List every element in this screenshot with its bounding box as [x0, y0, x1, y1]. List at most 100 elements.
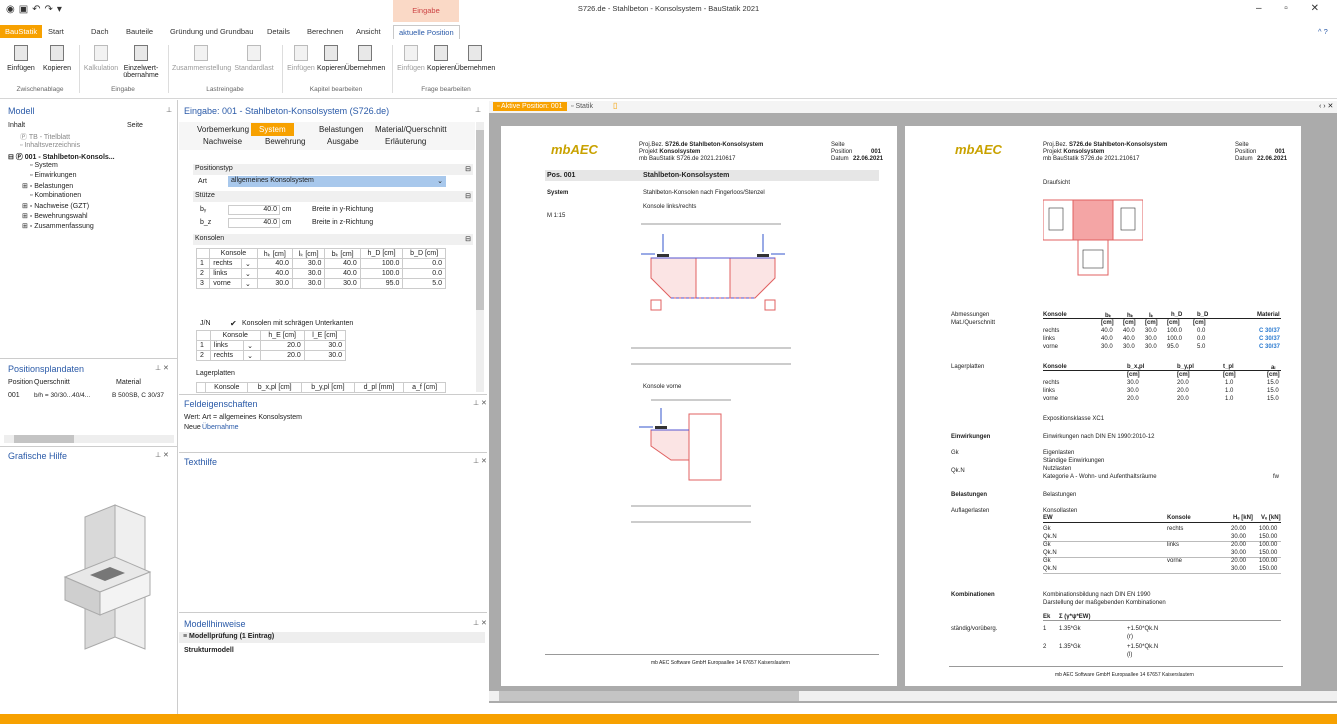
help-icon[interactable]: ^ ? — [1318, 27, 1328, 36]
konsolen-table[interactable]: Konsole hₖ [cm] lₖ [cm] bₖ [cm] h_D [cm] b_D … — [195, 248, 446, 289]
tab-vorbemerkung[interactable]: Vorbemerkung — [197, 125, 249, 134]
tab-baustatik[interactable]: BauStatik — [0, 25, 43, 38]
einzelwert-button[interactable]: Einzelwert-übernahme — [120, 45, 162, 79]
belastung-cell: Qk.N — [1043, 566, 1057, 572]
pin-icon[interactable]: ⊥ ✕ — [473, 457, 487, 465]
frage-einfuegen-button[interactable]: Einfügen — [394, 45, 428, 72]
texthilfe-panel: Texthilfe ⊥ ✕ — [179, 452, 487, 612]
kapitel-einfuegen-button[interactable]: Einfügen — [284, 45, 318, 72]
by-label: bᵧ — [200, 206, 207, 213]
cell[interactable]: 001 — [8, 392, 20, 399]
tree-item[interactable]: ⊞ ▫ Zusammenfassung — [22, 222, 94, 230]
section-stuetze[interactable]: Stütze ⊟ — [193, 191, 473, 202]
tab-berechnen[interactable]: Berechnen — [307, 27, 343, 36]
tab-ausgabe[interactable]: Ausgabe — [327, 137, 359, 146]
pin-icon[interactable]: ⊥ ✕ — [155, 364, 169, 372]
belastung-cell: 100.00 — [1259, 558, 1278, 564]
kapitel-uebernehmen-button[interactable]: Übernehmen — [344, 45, 386, 72]
draufsicht-title: Draufsicht — [1043, 180, 1071, 186]
tab-material[interactable]: Material/Querschnitt — [375, 125, 447, 134]
komb-label: Kombinationen — [951, 592, 995, 598]
standardlast-button[interactable]: Standardlast — [230, 45, 278, 72]
tab-aktive-position[interactable]: ▫ Aktive Position: 001 — [493, 102, 567, 111]
pin-icon[interactable]: ⊥ ✕ — [473, 399, 487, 407]
paste-icon — [404, 45, 418, 61]
belastung-cell: links — [1167, 542, 1180, 548]
pos-title: Stahlbeton-Konsolsystem — [643, 172, 730, 179]
pin-icon[interactable]: ⊥ ✕ — [473, 619, 487, 627]
tree-item[interactable]: ▫ Einwirkungen — [30, 172, 76, 179]
checkbox-checked-icon[interactable]: ✔ — [230, 319, 237, 328]
schraeg-table[interactable]: Konsole h_E [cm] l_E [cm] 1 links ⌄ 20.0 30.0 … — [196, 330, 347, 361]
by-input[interactable]: 40.0 — [228, 205, 280, 215]
pos-label: Pos. 001 — [547, 172, 576, 179]
tab-belastungen[interactable]: Belastungen — [319, 125, 363, 134]
tree-item[interactable]: ▫ Inhaltsverzeichnis — [20, 142, 80, 149]
uebernahme-link[interactable]: Übernahme — [202, 424, 239, 431]
tree-item[interactable]: Ⓟ TB - Titelblatt — [20, 132, 70, 142]
jn-label: J/N — [200, 320, 211, 327]
tab-system[interactable]: System — [251, 123, 294, 136]
group-label: Kapitel bearbeiten — [309, 86, 363, 93]
zusammenstellung-button[interactable]: Zusammenstellung — [172, 45, 231, 72]
vertical-scrollbar[interactable] — [476, 122, 484, 392]
tab-ansicht[interactable]: Ansicht — [356, 27, 381, 36]
kopieren-button[interactable]: Kopieren — [40, 45, 74, 72]
brush-icon — [468, 45, 482, 61]
wert-text: Wert: Art = allgemeines Konsolsystem — [184, 414, 302, 421]
tree-item[interactable]: ⊟ Ⓟ 001 - Stahlbeton-Konsols... — [8, 152, 115, 162]
pin-icon[interactable]: ⊥ ✕ — [155, 451, 169, 459]
draufsicht-drawing — [1043, 199, 1143, 276]
bz-label: b_z — [200, 219, 212, 226]
pruefung-header[interactable]: ≡ Modellprüfung (1 Eintrag) — [179, 632, 485, 643]
new-doc-icon[interactable]: ▯ — [613, 101, 617, 110]
window-controls[interactable]: – ▫ ✕ — [1256, 3, 1329, 14]
section-konsolen[interactable]: Konsolen ⊟ — [193, 234, 473, 245]
cell[interactable]: B 500SB, C 30/37 — [112, 392, 164, 399]
belastung-cell: 150.00 — [1259, 534, 1278, 540]
tree-item[interactable]: ⊞ ▫ Nachweise (GZT) — [22, 202, 89, 210]
bz-input[interactable]: 40.0 — [228, 218, 280, 228]
tab-aktuelle-position[interactable]: aktuelle Position — [393, 25, 460, 39]
doc-horizontal-scrollbar[interactable] — [489, 691, 1337, 701]
belastung-cell: vorne — [1167, 558, 1183, 564]
title-bar: ◉▣↶↷▾ Eingabe S726.de - Stahlbeton - Kon… — [0, 0, 1337, 27]
kalkulation-button[interactable]: Kalkulation — [82, 45, 120, 72]
tab-details[interactable]: Details — [267, 27, 290, 36]
section-positionstyp[interactable]: Positionstyp ⊟ — [193, 164, 473, 175]
list-icon — [194, 45, 208, 61]
frage-kopieren-button[interactable]: Kopieren — [424, 45, 458, 72]
input-tabs: Vorbemerkung System Belastungen Material… — [179, 122, 475, 150]
tab-erlaeuterung[interactable]: Erläuterung — [385, 137, 426, 146]
ribbon-tabs: BauStatik Start Dach Bauteile Gründung u… — [0, 25, 1337, 41]
art-select[interactable]: allgemeines Konsolsystem ⌄ — [228, 176, 446, 187]
tree-item[interactable]: ▫ System — [30, 162, 58, 169]
kapitel-kopieren-button[interactable]: Kopieren — [314, 45, 348, 72]
tab-statik[interactable]: ▫ Statik — [571, 103, 593, 110]
tab-start[interactable]: Start — [48, 27, 64, 36]
tab-bewehrung[interactable]: Bewehrung — [265, 137, 305, 146]
feldeigenschaften-panel: Feldeigenschaften ⊥ ✕ Wert: Art = allgem… — [179, 394, 487, 452]
frage-uebernehmen-button[interactable]: Übernehmen — [454, 45, 496, 72]
tab-nachweise[interactable]: Nachweise — [203, 137, 242, 146]
pin-icon[interactable]: ⊥ — [475, 106, 481, 114]
horizontal-scrollbar[interactable] — [4, 435, 174, 443]
einfuegen-button[interactable]: Einfügen — [4, 45, 38, 72]
lager-table[interactable]: Konsole b_x,pl [cm] b_y,pl [cm] d_pl [mm] a_… — [195, 382, 446, 393]
pin-icon[interactable]: ⊥ — [166, 106, 172, 114]
qkn-label: Qk.N — [951, 468, 965, 474]
nav-arrows-icon[interactable]: ‹ › ✕ — [1319, 102, 1333, 110]
einw-text: Einwirkungen nach DIN EN 1990:2010-12 — [1043, 434, 1155, 440]
tab-dach[interactable]: Dach — [91, 27, 109, 36]
tree-item[interactable]: ⊞ ▫ Belastungen — [22, 182, 73, 190]
expo-text: Expositionsklasse XC1 — [1043, 416, 1105, 422]
tree-item[interactable]: ⊞ ▫ Bewehrungswahl — [22, 212, 88, 220]
belastung-cell: 30.00 — [1231, 550, 1247, 556]
tab-gruendung[interactable]: Gründung und Grundbau — [170, 27, 253, 36]
tree-item[interactable]: ▫ Kombinationen — [30, 192, 81, 199]
load-icon — [247, 45, 261, 61]
cell[interactable]: b/h = 30/30...40/4... — [34, 392, 90, 399]
tab-bauteile[interactable]: Bauteile — [126, 27, 153, 36]
status-bar — [0, 714, 1337, 724]
col-header: Querschnitt — [34, 379, 70, 386]
